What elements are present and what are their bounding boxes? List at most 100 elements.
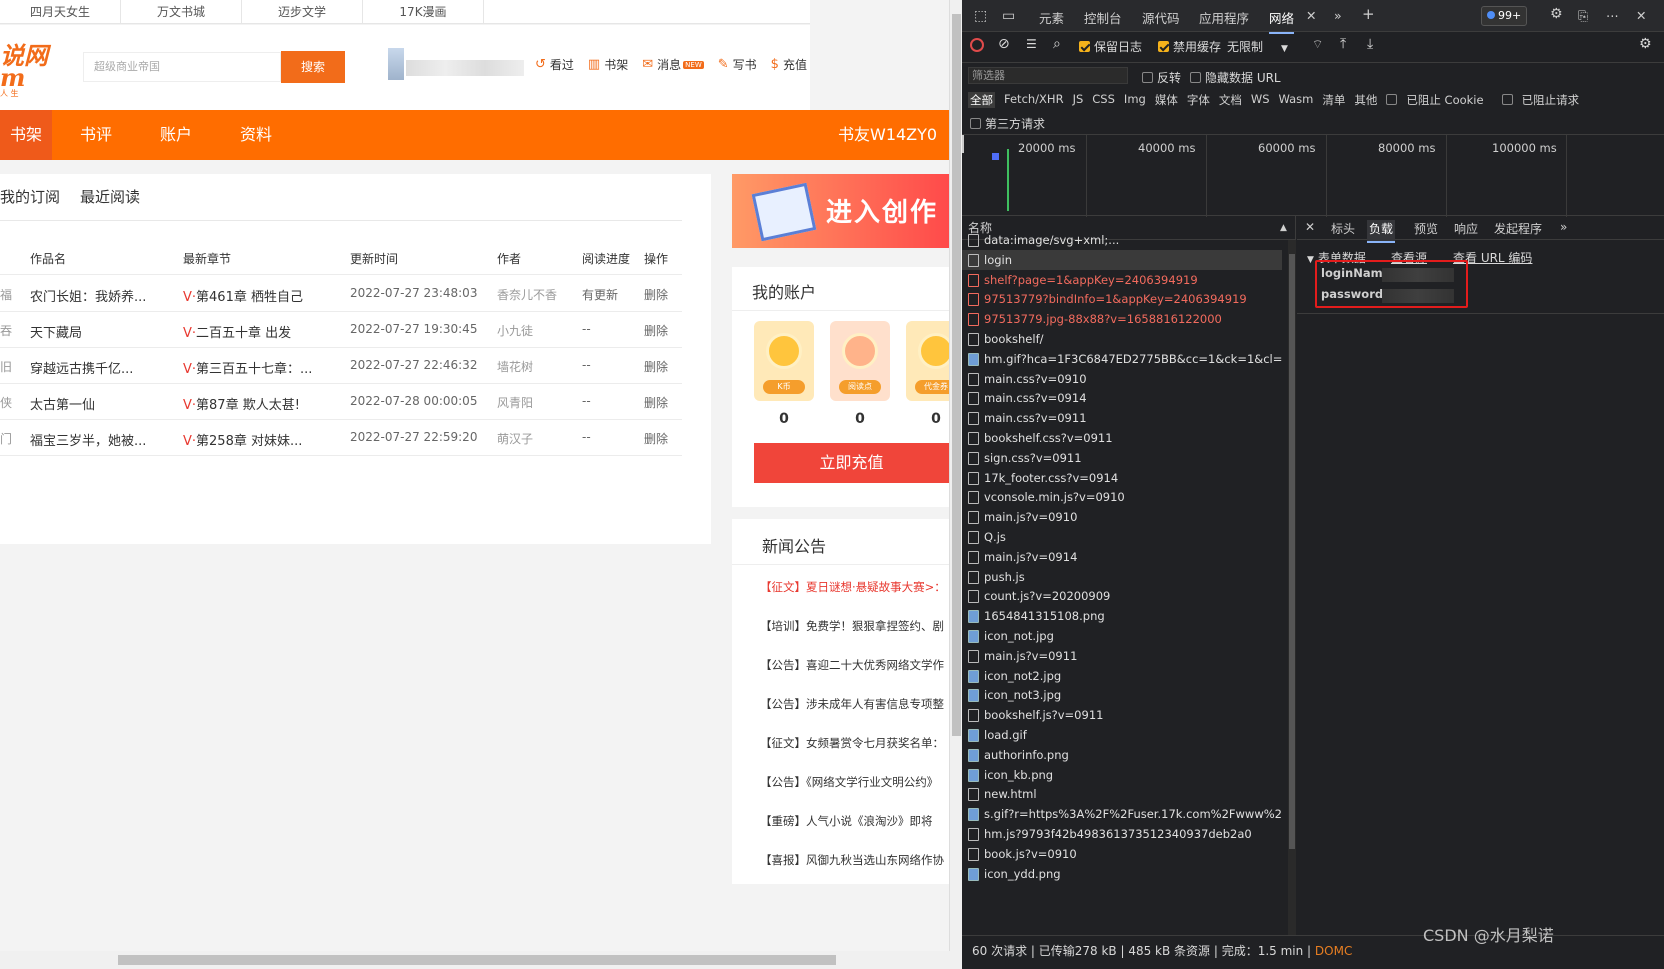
user-label[interactable]: 书友W14ZY0 [838, 110, 937, 160]
site-logo[interactable]: 说网 m 人 生 [0, 44, 48, 99]
disable-cache-checkbox[interactable]: 禁用缓存 [1158, 38, 1221, 55]
scroll-thumb[interactable] [1289, 254, 1295, 849]
book-title[interactable]: 穿越远古携千亿... [30, 358, 133, 377]
news-item[interactable]: 【培训】免费学！狠狠拿捏签约、剧 [760, 618, 944, 634]
voucher-icon[interactable]: 代金券 [906, 321, 949, 401]
tab-account[interactable]: 账户 [160, 110, 192, 160]
request-row[interactable]: hm.gif?hca=1F3C6847ED2775BB&cc=1&ck=1&cl… [962, 349, 1282, 369]
request-row[interactable]: load.gif [962, 725, 1282, 745]
news-item[interactable]: 【公告】《网络文学行业文明公约》 [760, 774, 938, 790]
tab-application[interactable]: 应用程序 [1199, 8, 1249, 27]
news-item[interactable]: 【征文】夏日谜想·悬疑故事大赛>： [760, 579, 946, 595]
throttle-select[interactable]: 无限制 ▼ [1227, 38, 1288, 55]
page-horizontal-scrollbar[interactable] [0, 951, 962, 969]
filter-font[interactable]: 字体 [1187, 92, 1210, 108]
search-button[interactable]: 搜索 [281, 51, 345, 83]
filter-all[interactable]: 全部 [968, 92, 995, 108]
preserve-log-checkbox[interactable]: 保留日志 [1079, 38, 1142, 55]
book-title[interactable]: 福宝三岁半，她被... [30, 430, 146, 449]
request-row[interactable]: vconsole.min.js?v=0910 [962, 487, 1282, 507]
device-icon[interactable]: ▭ [1002, 8, 1015, 24]
book-author[interactable]: 萌汉子 [497, 430, 533, 447]
network-timeline[interactable]: 20000 ms 40000 ms 60000 ms 80000 ms 1000… [962, 134, 1664, 217]
filter-fetch[interactable]: Fetch/XHR [1004, 92, 1064, 108]
recharge-button[interactable]: 立即充值 [754, 443, 949, 483]
request-row[interactable]: icon_ydd.png [962, 864, 1282, 884]
tab-subscriptions[interactable]: 我的订阅 [0, 186, 60, 207]
book-chapter[interactable]: V·第461章 栖牲自己 [183, 286, 303, 305]
tab-recent[interactable]: 最近阅读 [80, 186, 140, 207]
tab-response[interactable]: 响应 [1454, 220, 1478, 237]
close-devtools-icon[interactable]: ✕ [1636, 8, 1646, 23]
request-row[interactable]: Q.js [962, 527, 1282, 547]
request-row[interactable]: login [962, 249, 1282, 270]
request-row[interactable]: shelf?page=1&appKey=2406394919 [962, 270, 1282, 290]
recharge-link[interactable]: $ 充值 [771, 56, 807, 73]
more-tabs-icon[interactable]: » [1334, 8, 1342, 23]
list-scrollbar[interactable] [1288, 240, 1296, 935]
message-link[interactable]: ✉ 消息 NEW [642, 56, 704, 73]
request-row[interactable]: s.gif?r=https%3A%2F%2Fuser.17k.com%2Fwww… [962, 804, 1282, 824]
delete-link[interactable]: 删除 [644, 394, 668, 411]
book-chapter[interactable]: V·第87章 欺人太甚! [183, 394, 300, 413]
tab-sources[interactable]: 源代码 [1142, 8, 1180, 27]
gear-icon[interactable]: ⚙ [1550, 6, 1563, 22]
book-chapter[interactable]: V·二百五十章 出发 [183, 322, 291, 341]
request-row[interactable]: count.js?v=20200909 [962, 586, 1282, 606]
wifi-settings-icon[interactable]: ⌔ [1312, 37, 1323, 52]
request-row[interactable]: bookshelf.js?v=0911 [962, 705, 1282, 725]
scroll-thumb[interactable] [118, 955, 836, 965]
filter-icon[interactable]: ☰ [1026, 37, 1037, 51]
request-row[interactable]: 1654841315108.png [962, 606, 1282, 626]
tab-preview[interactable]: 预览 [1414, 220, 1438, 237]
filter-wasm[interactable]: Wasm [1279, 92, 1314, 108]
news-item[interactable]: 【重磅】人气小说《浪淘沙》即将 [760, 813, 933, 829]
book-coin-icon[interactable]: 阅读点 [830, 321, 890, 401]
invert-checkbox[interactable]: 反转 [1142, 69, 1181, 86]
book-title[interactable]: 农门长姐：我娇养... [30, 286, 146, 305]
request-row[interactable]: 97513779?bindInfo=1&appKey=2406394919 [962, 289, 1282, 309]
book-title[interactable]: 太古第一仙 [30, 394, 95, 413]
blocked-cookies-checkbox[interactable]: 已阻止 Cookie [1386, 92, 1492, 108]
book-chapter[interactable]: V·第三百五十七章：... [183, 358, 312, 377]
more-tabs-icon[interactable]: » [1560, 220, 1567, 234]
request-row[interactable]: main.css?v=0910 [962, 369, 1282, 389]
avatar[interactable] [388, 48, 404, 80]
creator-banner[interactable]: 进入创作 [732, 174, 949, 248]
request-row[interactable]: 97513779.jpg-88x88?v=1658816122000 [962, 309, 1282, 329]
request-row[interactable]: icon_not2.jpg [962, 666, 1282, 686]
kebab-menu-icon[interactable]: ⋯ [1606, 8, 1619, 23]
upload-icon[interactable]: ⤒ [1340, 36, 1346, 52]
request-row[interactable]: icon_kb.png [962, 765, 1282, 785]
tab-network[interactable]: 网络 [1269, 8, 1295, 34]
news-item[interactable]: 【公告】涉未成年人有害信息专项整 [760, 696, 944, 712]
tab-elements[interactable]: 元素 [1039, 8, 1064, 27]
collapse-triangle-icon[interactable]: ▼ [1307, 255, 1314, 265]
request-row[interactable]: icon_not.jpg [962, 626, 1282, 646]
search-input[interactable]: 超级商业帝国 [83, 52, 281, 82]
page-vertical-scrollbar[interactable] [949, 0, 962, 951]
request-row[interactable]: main.css?v=0911 [962, 408, 1282, 428]
request-row[interactable]: new.html [962, 784, 1282, 804]
tab-reviews[interactable]: 书评 [80, 110, 112, 160]
request-row[interactable]: hm.js?9793f42b498361373512340937deb2a0 [962, 824, 1282, 844]
topnav-link[interactable]: 四月天女生 [0, 0, 121, 23]
book-author[interactable]: 香奈儿不香 [497, 286, 557, 303]
customize-icon[interactable]: ⎘ [1578, 8, 1588, 24]
request-row[interactable]: data:image/svg+xml;... [962, 230, 1282, 250]
request-row[interactable]: bookshelf/ [962, 329, 1282, 349]
filter-img[interactable]: Img [1124, 92, 1146, 108]
tab-headers[interactable]: 标头 [1331, 220, 1355, 237]
record-icon[interactable] [970, 38, 984, 52]
third-party-checkbox[interactable]: 第三方请求 [970, 115, 1045, 132]
request-row[interactable]: main.js?v=0914 [962, 547, 1282, 567]
filter-doc[interactable]: 文档 [1219, 92, 1242, 108]
book-title[interactable]: 天下藏局 [30, 322, 82, 341]
topnav-link[interactable]: 迈步文学 [242, 0, 363, 23]
k-coin-icon[interactable]: K币 [754, 321, 814, 401]
delete-link[interactable]: 删除 [644, 430, 668, 447]
tab-console[interactable]: 控制台 [1084, 8, 1122, 27]
write-link[interactable]: ✎ 写书 [718, 56, 757, 73]
filter-css[interactable]: CSS [1092, 92, 1115, 108]
add-tab-icon[interactable]: + [1362, 5, 1375, 23]
